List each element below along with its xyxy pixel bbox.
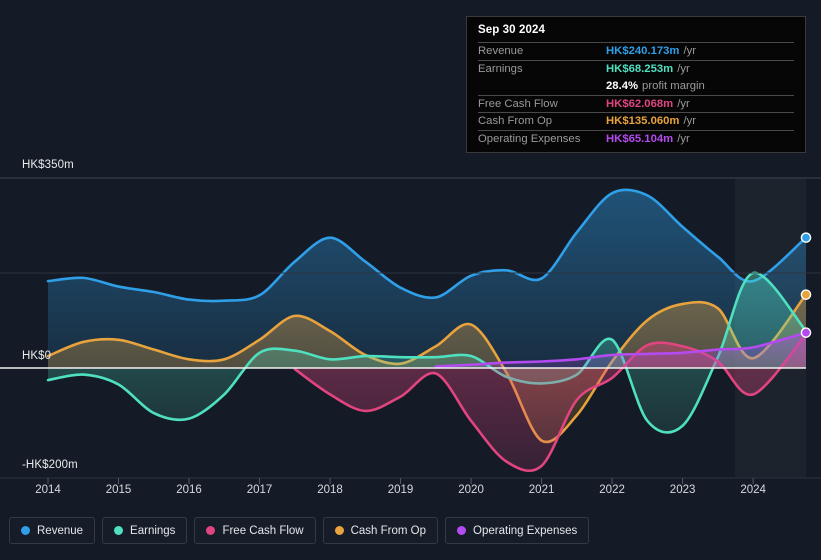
legend-color-dot-icon (206, 526, 216, 535)
y-axis-label-zero: HK$0 (22, 350, 52, 362)
tooltip-metric-label: Free Cash Flow (478, 97, 558, 110)
legend-item-revenue[interactable]: Revenue (9, 517, 96, 544)
tooltip-metric-label: Cash From Op (478, 115, 553, 128)
tooltip-metric-value: HK$65.104m (606, 132, 674, 145)
legend-item-label: Operating Expenses (473, 524, 578, 537)
tooltip-row: Revenue HK$240.173m/yr (478, 42, 794, 60)
tooltip-metric-value: 28.4% (606, 79, 639, 92)
tooltip-metric-unit: /yr (677, 62, 690, 75)
tooltip-row: Earnings HK$68.253m/yr (478, 59, 794, 78)
legend-color-dot-icon (457, 526, 467, 535)
tooltip-metric-unit: /yr (677, 97, 690, 110)
x-axis-tick-2017: 2017 (246, 484, 273, 496)
tooltip-row: Cash From Op HK$135.060m/yr (478, 112, 794, 130)
legend-item-label: Revenue (37, 524, 84, 537)
tooltip-metric-value: HK$62.068m (606, 97, 674, 110)
tooltip-metric-unit: /yr (683, 115, 697, 128)
x-axis-tick-2015: 2015 (105, 484, 132, 496)
x-axis-tick-2022: 2022 (599, 484, 625, 496)
x-axis-tick-2024: 2024 (740, 484, 766, 496)
x-axis-tick-2014: 2014 (35, 484, 61, 496)
tooltip-metric-unit: profit margin (642, 79, 705, 92)
legend-color-dot-icon (114, 526, 124, 535)
tooltip-date: Sep 30 2024 (478, 24, 545, 36)
tooltip-metric-unit: /yr (677, 132, 690, 145)
tooltip-metric-value: HK$240.173m (606, 45, 680, 58)
x-axis-tick-2016: 2016 (176, 484, 202, 496)
legend-color-dot-icon (21, 526, 30, 535)
legend-item-label: Cash From Op (350, 524, 427, 537)
chart-legend: Revenue Earnings Free Cash Flow Cash From O… (9, 517, 590, 544)
data-tooltip: Sep 30 2024 Revenue HK$240.173m/yr Earning… (466, 16, 806, 153)
x-axis-tick-2023: 2023 (669, 484, 696, 496)
legend-item-operating-expenses[interactable]: Operating Expenses (445, 517, 590, 544)
x-axis: 2014 2015 2016 2017 2018 2019 2020 2021 2022 2023… (0, 484, 821, 502)
tooltip-metric-label: Revenue (478, 45, 524, 58)
tooltip-metric-unit: /yr (683, 45, 697, 58)
tooltip-rows: Revenue HK$240.173m/yr Earnings HK$68.253m /… (478, 42, 794, 147)
y-axis-label-max: HK$350m (22, 159, 74, 171)
legend-item-cash-from-op[interactable]: Cash From Op (322, 517, 439, 544)
x-axis-tick-2018: 2018 (317, 484, 343, 496)
x-axis-tick-2021: 2021 (528, 484, 555, 496)
tooltip-metric-value: HK$68.253m (606, 62, 674, 75)
tooltip-row: Operating Expenses HK$65.104m/yr (478, 129, 794, 148)
legend-item-free-cash-flow[interactable]: Free Cash Flow (194, 517, 316, 544)
tooltip-row: Free Cash Flow HK$62.068m/yr (478, 94, 794, 113)
tooltip-metric-label: Operating Expenses (478, 132, 581, 145)
financial-chart-page: HK$350m HK$0 -HK$200m 2014 2015 2016 2017 20… (0, 0, 821, 560)
x-axis-tick-2020: 2020 (458, 484, 484, 496)
legend-color-dot-icon (334, 526, 344, 535)
tooltip-metric-value: HK$135.060m (606, 115, 680, 128)
legend-item-label: Free Cash Flow (222, 524, 304, 537)
tooltip-row: 28.4% profit margin (478, 77, 794, 95)
tooltip-metric-label: Earnings (478, 62, 523, 75)
x-axis-tick-2019: 2019 (387, 484, 414, 496)
y-axis-label-min: -HK$200m (22, 459, 78, 471)
legend-item-earnings[interactable]: Earnings (102, 517, 188, 544)
legend-item-label: Earnings (130, 524, 176, 537)
